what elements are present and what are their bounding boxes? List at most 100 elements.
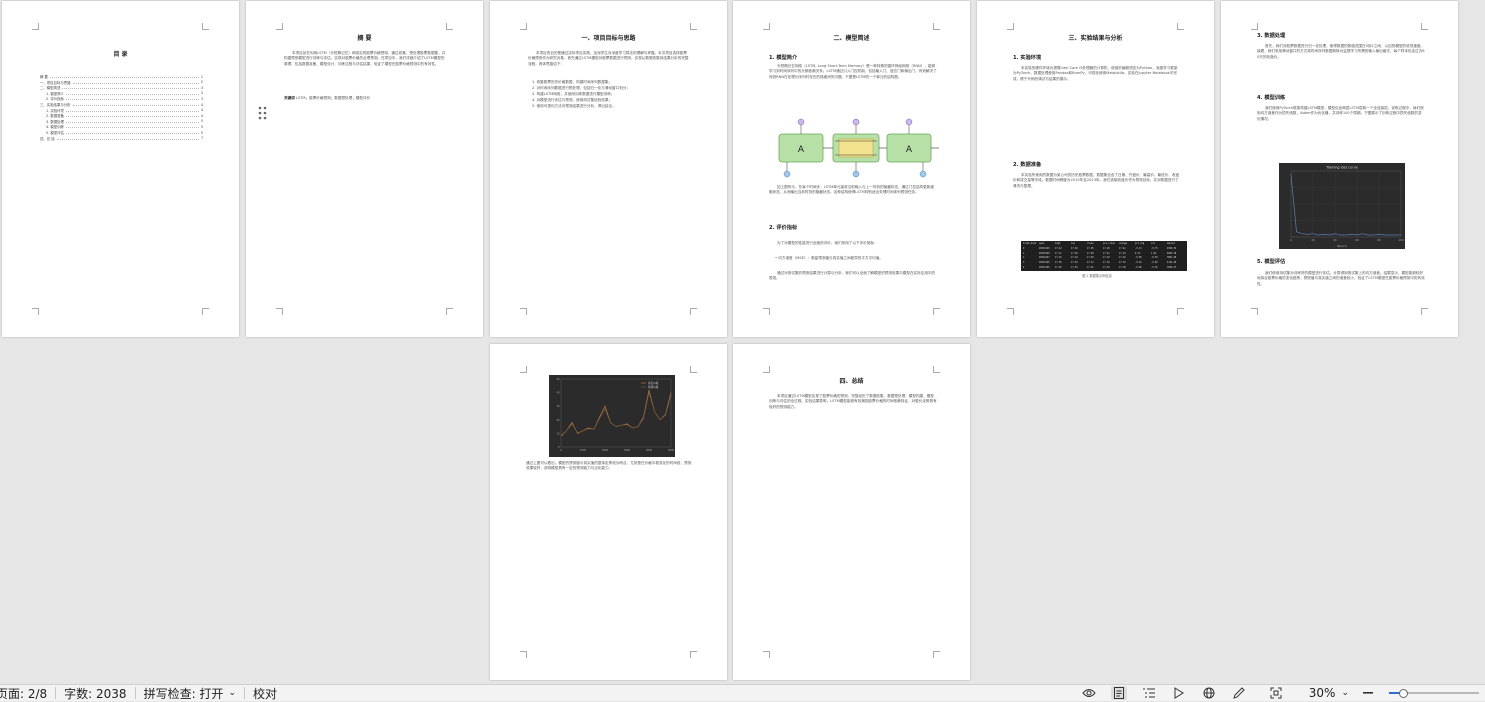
zoom-label: 30% bbox=[1308, 686, 1336, 700]
margin-mark bbox=[446, 23, 453, 30]
toc-entry-label: 四、总 结 bbox=[40, 136, 55, 141]
page-goals[interactable]: 一、项目目标与思路 本项目的目的是通过实际项目实践，加深学生对深度学习算法的理解… bbox=[490, 1, 727, 337]
document-canvas[interactable]: 目 录 摘 要 1 一、项目目标与思路 2 二、模型简述 3 1. 模型简介 3 2. 评价指标… bbox=[0, 0, 1485, 684]
abstract-body: 本项目旨在利用LSTM（长短期记忆）网络实现股票价格预测。通过收集、预处理股票数… bbox=[284, 51, 446, 66]
toc-entry[interactable]: 三、实验结果与分析 4 bbox=[40, 102, 203, 108]
y-tick-label: 50 bbox=[556, 378, 560, 381]
toc-entry-label: 2. 评价指标 bbox=[46, 97, 64, 102]
train-sec4-heading: 4. 模型训练 bbox=[1257, 95, 1286, 101]
toc-entry[interactable]: 5. 模型评估 5 bbox=[40, 130, 203, 136]
results-sec1-heading: 1. 实验环境 bbox=[1013, 55, 1042, 61]
legend-label: 真实价格 bbox=[648, 381, 659, 385]
toc-entry-page: 5 bbox=[200, 130, 203, 135]
model-diagram-desc: 如上图所示，在每个时间步，LSTM单元接收当前输入与上一时刻的隐藏状态，通过门控… bbox=[769, 185, 934, 195]
toc-leader bbox=[62, 86, 199, 90]
x-tick-label: 60 bbox=[1355, 238, 1359, 242]
toc-entry-label: 二、模型简述 bbox=[40, 86, 61, 91]
goals-intro: 本项目的目的是通过实际项目实践，加深学生对深度学习算法的理解与掌握。本次项目选择… bbox=[528, 51, 689, 66]
table-cell: 17.21 bbox=[1087, 265, 1094, 269]
toc-entry-label: 5. 模型评估 bbox=[46, 131, 64, 135]
toc-entry[interactable]: 1. 模型简介 3 bbox=[40, 91, 203, 96]
fit-page-icon[interactable] bbox=[1268, 686, 1284, 700]
toc-entry-page: 4 bbox=[200, 108, 203, 113]
toc-entry-label: 一、项目目标与思路 bbox=[40, 80, 71, 85]
toc-leader bbox=[72, 103, 199, 106]
margin-mark bbox=[763, 23, 770, 30]
drag-handle-icon[interactable] bbox=[258, 105, 268, 120]
page-toc[interactable]: 目 录 摘 要 1 一、项目目标与思路 2 二、模型简述 3 1. 模型简介 3 2. 评价指标… bbox=[2, 1, 239, 337]
page-abstract[interactable]: 摘 要 本项目旨在利用LSTM（长短期记忆）网络实现股票价格预测。通过收集、预处… bbox=[246, 1, 483, 337]
zoom-knob[interactable] bbox=[1399, 689, 1409, 698]
x-tick-label: 80 bbox=[1377, 238, 1381, 242]
toc-entry[interactable]: 1. 实验环境 4 bbox=[40, 108, 203, 113]
table-cell: 20231225 bbox=[1039, 265, 1050, 269]
margin-mark bbox=[276, 23, 283, 30]
toc-entry-page: 5 bbox=[200, 124, 203, 129]
toc-entry[interactable]: 一、项目目标与思路 2 bbox=[40, 80, 203, 85]
abstract-keywords: 关键词 LSTM；股票价格预测；数据预处理；模型评价 bbox=[284, 96, 446, 101]
loss-chart: Training loss curve Epoch 0 20 40 60 80 100 bbox=[1279, 163, 1405, 249]
toc-entry[interactable]: 2. 数据准备 4 bbox=[40, 113, 203, 119]
keywords-text: LSTM；股票价格预测；数据预处理；模型评价 bbox=[295, 96, 371, 100]
toc-title: 目 录 bbox=[113, 51, 128, 58]
page-model[interactable]: 二、模型简述 1. 模型简介 长短期记忆网络（LSTM, Long Short-… bbox=[733, 1, 970, 337]
train-sec5-heading: 5. 模型评估 bbox=[1257, 259, 1286, 265]
toc-entry[interactable]: 4. 模型训练 5 bbox=[40, 124, 203, 130]
margin-mark bbox=[690, 23, 697, 30]
margin-mark bbox=[32, 308, 39, 315]
page-summary[interactable]: 四、总结 本项目通过LSTM模型实现了股票价格的预测，完整经历了数据收集、数据预… bbox=[733, 344, 970, 680]
proofread-button[interactable]: 校对 bbox=[245, 685, 285, 701]
goal-step: 5. 使用可视化方法对预测结果进行分析，得出结论。 bbox=[532, 104, 616, 108]
x-tick-label: 20 bbox=[1311, 238, 1315, 242]
page-view-icon[interactable] bbox=[1110, 686, 1127, 700]
page-indicator[interactable]: 页面: 2/8 bbox=[0, 685, 55, 701]
model-sec1-heading: 1. 模型简介 bbox=[769, 55, 798, 61]
model-sec1-body: 长短期记忆网络（LSTM, Long Short-Term Memory）是一种… bbox=[769, 64, 937, 79]
abstract-title: 摘 要 bbox=[357, 35, 372, 42]
zoom-out-icon[interactable] bbox=[1360, 686, 1376, 700]
page-footer-mark: · bbox=[1339, 309, 1340, 313]
word-count[interactable]: 字数: 2038 bbox=[56, 685, 134, 701]
zoom-slider[interactable] bbox=[1389, 686, 1479, 700]
margin-mark bbox=[32, 23, 39, 30]
margin-mark bbox=[690, 366, 697, 373]
page-training[interactable]: 3. 数据处理 首先，我们对股票数据进行归一化处理，使得数据的数值范围在0到1之… bbox=[1221, 1, 1458, 337]
toc-leader bbox=[65, 120, 199, 123]
eye-icon[interactable] bbox=[1081, 686, 1097, 700]
toc-entry-page: 4 bbox=[200, 113, 203, 118]
toc-entry[interactable]: 摘 要 1 bbox=[40, 74, 203, 80]
spellcheck-toggle[interactable]: 拼写检查: 打开 ⌄ bbox=[136, 685, 244, 701]
toc-entry-page: 1 bbox=[200, 74, 203, 79]
x-tick-label: 5000 bbox=[668, 449, 675, 452]
outline-view-icon[interactable] bbox=[1141, 686, 1157, 700]
train-sec3-heading: 3. 数据处理 bbox=[1257, 33, 1286, 39]
margin-mark bbox=[202, 23, 209, 30]
y-tick-label: 10 bbox=[556, 432, 560, 435]
toc-entry[interactable]: 四、总 结 7 bbox=[40, 136, 203, 141]
x-tick-label: 4000 bbox=[646, 449, 653, 452]
table-cell: 17.38 bbox=[1119, 265, 1126, 269]
pen-icon[interactable] bbox=[1231, 686, 1247, 700]
y-tick-label: 30 bbox=[556, 405, 560, 408]
zoom-level[interactable]: 30% ⌄ bbox=[1291, 685, 1353, 701]
data-table: trade_date open high low close pre_close chang… bbox=[1021, 241, 1187, 271]
toc-leader bbox=[49, 75, 199, 78]
toc-entry-page: 5 bbox=[200, 119, 203, 124]
chevron-down-icon: ⌄ bbox=[228, 688, 236, 698]
chevron-down-icon: ⌄ bbox=[1341, 688, 1349, 698]
page-results[interactable]: 三、实验结果与分析 1. 实验环境 本实验的硬件环境为搭载Intel Core … bbox=[977, 1, 1214, 337]
page-prediction[interactable]: 真实价格 预测价格 0 1000 2000 3000 4000 5000 0 10 20 30 40 50… bbox=[490, 344, 727, 680]
play-icon[interactable] bbox=[1171, 686, 1187, 700]
summary-body: 本项目通过LSTM模型实现了股票价格的预测，完整经历了数据收集、数据预处理、模型… bbox=[769, 394, 937, 409]
lstm-diagram: A A bbox=[777, 117, 941, 179]
toc-entry[interactable]: 2. 评价指标 3 bbox=[40, 96, 203, 102]
toc-entry[interactable]: 二、模型简述 3 bbox=[40, 85, 203, 91]
margin-mark bbox=[1177, 23, 1184, 30]
toc-entry-label: 3. 数据处理 bbox=[46, 119, 64, 124]
web-view-icon[interactable] bbox=[1201, 686, 1217, 700]
y-tick-label: 20 bbox=[556, 419, 560, 422]
x-tick-label: 2000 bbox=[602, 449, 609, 452]
toc-leader bbox=[65, 131, 199, 134]
results-sec2-heading: 2. 数据准备 bbox=[1013, 162, 1042, 168]
toc-entry[interactable]: 3. 数据处理 5 bbox=[40, 119, 203, 124]
